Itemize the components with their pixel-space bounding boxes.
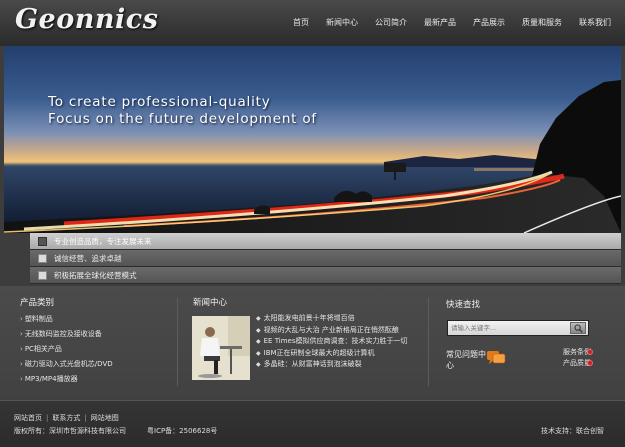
products-title: 产品类别 xyxy=(20,298,55,308)
list-item[interactable]: › PC相关产品 xyxy=(20,344,113,359)
footer-contact-link[interactable]: 联系方式 xyxy=(52,414,80,422)
tech-support-text: 技术支持：联合创智 xyxy=(541,427,604,435)
footer-home-link[interactable]: 网站首页 xyxy=(14,414,42,422)
quick-find-title: 快速查找 xyxy=(446,300,481,310)
nav-news[interactable]: 新闻中心 xyxy=(326,17,358,28)
slogan-item[interactable]: 积极拓展全球化经营模式 xyxy=(30,267,621,284)
news-title: 新闻中心 xyxy=(193,298,228,308)
bullet-icon: ◆ xyxy=(256,338,261,345)
search-box xyxy=(447,320,589,336)
slogan-text: 诚信经营、追求卓越 xyxy=(54,254,122,263)
banner-headline: To create professional-quality xyxy=(48,94,271,110)
nav-about[interactable]: 公司简介 xyxy=(375,17,407,28)
slogan-item[interactable]: 专业创造品质，专注发展未来 xyxy=(30,233,621,250)
bullet-icon: ◆ xyxy=(256,326,261,334)
list-item[interactable]: › 无线数码监控及接收设备 xyxy=(20,329,113,344)
bullet-square-icon xyxy=(38,237,47,246)
slogan-text: 积极拓展全球化经营模式 xyxy=(54,271,137,280)
footer-sitemap-link[interactable]: 网站地图 xyxy=(91,414,119,422)
separator: | xyxy=(84,414,87,422)
news-thumbnail[interactable] xyxy=(192,316,250,380)
column-divider xyxy=(428,298,429,386)
slogan-item[interactable]: 诚信经营、追求卓越 xyxy=(30,250,621,267)
nav-new-products[interactable]: 最新产品 xyxy=(424,17,456,28)
arrow-icon: › xyxy=(20,360,23,368)
list-item[interactable]: › 塑料制品 xyxy=(20,314,113,329)
red-arrow-icon xyxy=(587,360,593,366)
list-item[interactable]: › 磁力驱动入式光盘机芯/DVD xyxy=(20,359,113,374)
icp-number: 粤ICP备：2506628号 xyxy=(147,427,218,435)
nav-quality-service[interactable]: 质量和服务 xyxy=(522,17,562,28)
separator: | xyxy=(46,414,49,422)
arrow-icon: › xyxy=(20,330,23,338)
hero-banner: To create professional-quality Focus on … xyxy=(4,46,621,233)
highway-night-scene xyxy=(4,80,621,233)
footer-links: 网站首页 | 联系方式 | 网站地图 xyxy=(14,413,119,423)
bullet-icon: ◆ xyxy=(256,361,261,368)
faq-center-link[interactable]: 常见问题中心 xyxy=(446,349,486,371)
slogan-strip: 专业创造品质，专注发展未来 诚信经营、追求卓越 积极拓展全球化经营模式 xyxy=(30,233,621,284)
site-logo[interactable]: Geonnics xyxy=(15,4,158,35)
banner-subheadline: Focus on the future development of xyxy=(48,111,317,127)
column-divider xyxy=(177,298,178,386)
news-list: ◆ 太阳能发电前景十年将增百倍 ◆ 视频的大乱与大治 产业新格局正在悄然酝酿 ◆ EE… xyxy=(256,313,407,371)
search-icon xyxy=(574,324,583,333)
arrow-icon: › xyxy=(20,315,23,323)
header: Geonnics 首页 新闻中心 公司简介 最新产品 产品展示 质量和服务 联系… xyxy=(0,0,625,46)
chat-bubbles-icon[interactable] xyxy=(486,350,506,366)
bullet-icon: ◆ xyxy=(256,315,261,322)
arrow-icon: › xyxy=(20,375,23,383)
nav-contact[interactable]: 联系我们 xyxy=(579,17,611,28)
news-item[interactable]: ◆ 太阳能发电前景十年将增百倍 xyxy=(256,313,407,325)
news-item[interactable]: ◆ 多晶硅：从财富神话到泡沫破裂 xyxy=(256,359,407,371)
main-nav: 首页 新闻中心 公司简介 最新产品 产品展示 质量和服务 联系我们 xyxy=(276,17,611,28)
list-item[interactable]: › MP3/MP4播放器 xyxy=(20,374,113,389)
red-arrow-icon xyxy=(587,349,593,355)
product-category-list: › 塑料制品 › 无线数码监控及接收设备 › PC相关产品 › 磁力驱动入式光盘机芯/D… xyxy=(20,314,113,389)
news-item[interactable]: ◆ EE Times模拟供应商调查：技术实力胜于一切 xyxy=(256,336,407,348)
bullet-square-icon xyxy=(38,271,47,280)
slogan-text: 专业创造品质，专注发展未来 xyxy=(54,237,152,246)
footer: 网站首页 | 联系方式 | 网站地图 版权所有：深圳市哲源科技有限公司 粤ICP备：25… xyxy=(0,400,625,447)
nav-home[interactable]: 首页 xyxy=(293,17,309,28)
bullet-square-icon xyxy=(38,254,47,263)
bullet-icon: ◆ xyxy=(256,349,261,357)
search-button[interactable] xyxy=(570,322,586,334)
news-item[interactable]: ◆ 视频的大乱与大治 产业新格局正在悄然酝酿 xyxy=(256,325,407,337)
copyright-text: 版权所有：深圳市哲源科技有限公司 xyxy=(14,427,126,435)
nav-products[interactable]: 产品展示 xyxy=(473,17,505,28)
arrow-icon: › xyxy=(20,345,23,353)
businessman-image xyxy=(192,316,250,380)
news-item[interactable]: ◆ IBM正在研制全球最大的超级计算机 xyxy=(256,348,407,360)
search-input[interactable] xyxy=(451,322,563,334)
